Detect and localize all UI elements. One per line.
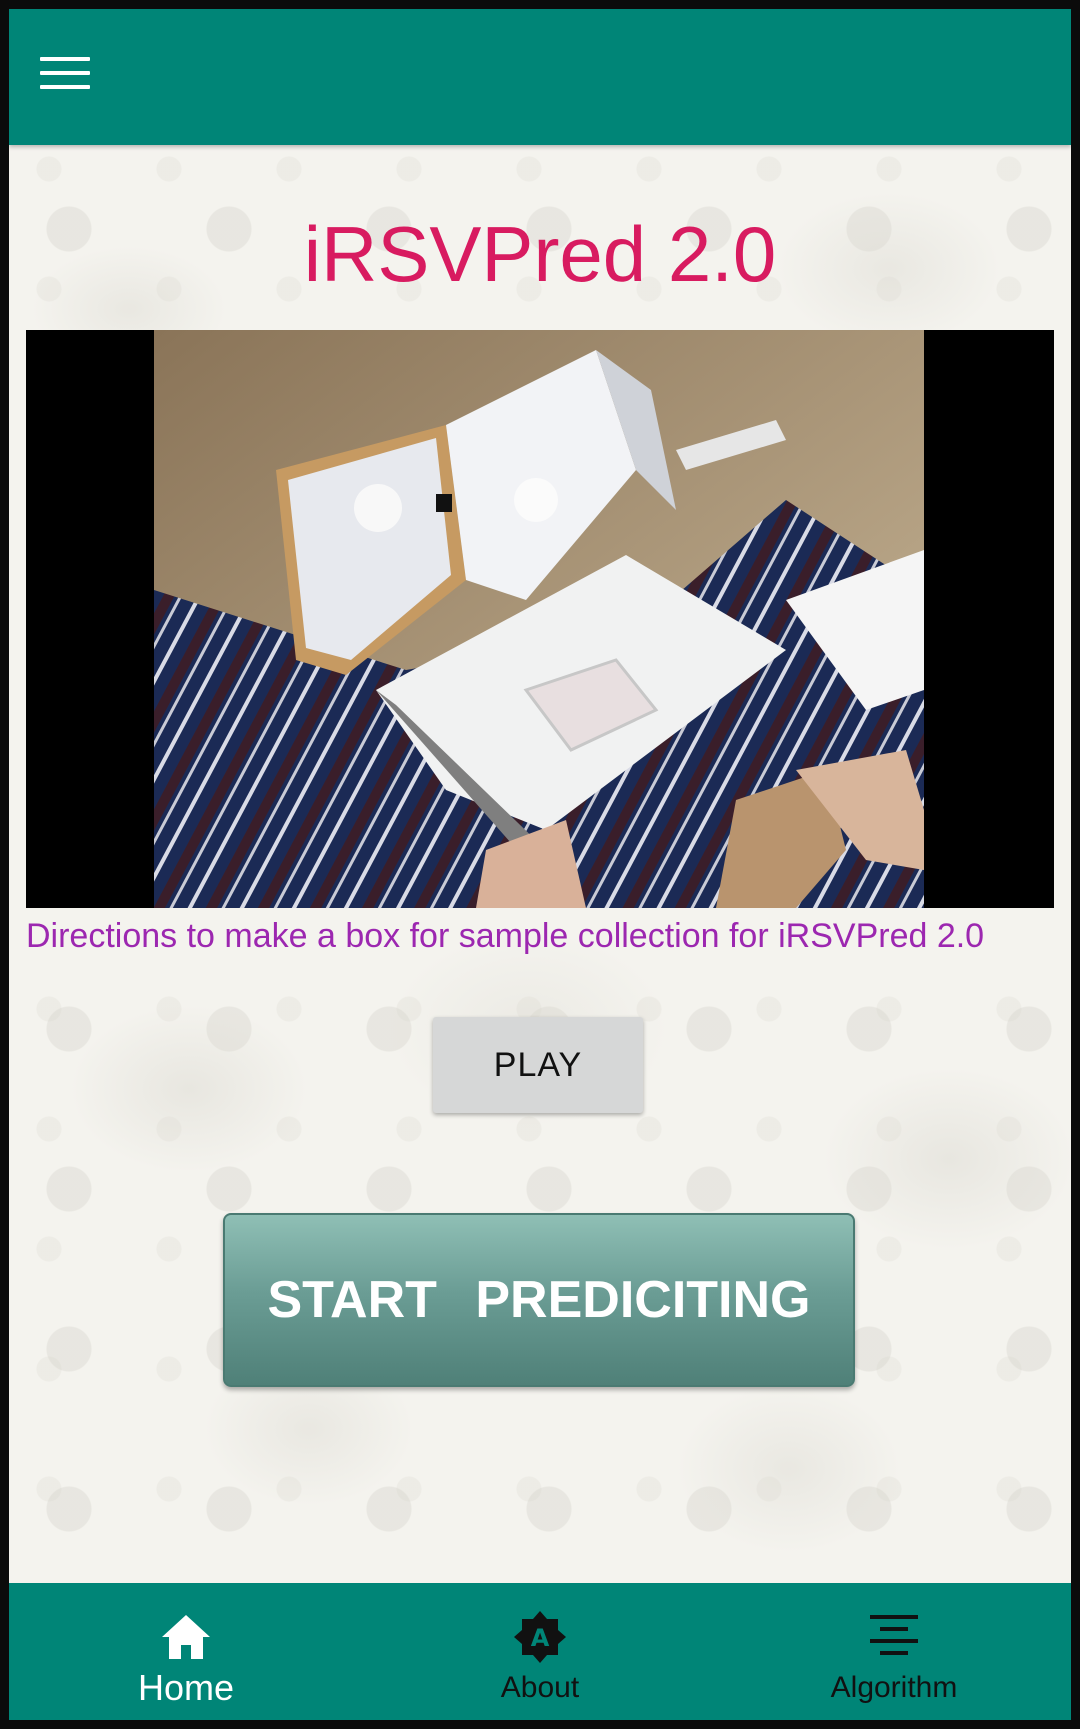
nav-item-home[interactable]: Home [9,1583,363,1720]
nav-label-about: About [500,1671,580,1704]
device-frame: iRSVPred 2.0 Directions to make a box fo… [0,0,1080,1729]
start-predicting-button[interactable]: START PREDICITING [223,1213,855,1387]
about-badge-icon: A [514,1611,566,1663]
hamburger-menu-icon[interactable] [35,45,95,101]
nav-item-about[interactable]: A About [363,1583,717,1720]
app-screen: iRSVPred 2.0 Directions to make a box fo… [9,9,1071,1720]
nav-label-algorithm: Algorithm [830,1671,958,1704]
video-player[interactable] [26,330,1054,908]
video-caption: Directions to make a box for sample coll… [26,917,985,955]
nav-label-home: Home [137,1667,235,1708]
play-button[interactable]: PLAY [433,1017,643,1113]
bottom-navigation: Home A About Algorithm [9,1583,1071,1720]
app-bar [9,9,1071,145]
svg-text:A: A [531,1624,550,1652]
home-icon [162,1615,210,1659]
align-center-icon [870,1615,918,1655]
nav-item-algorithm[interactable]: Algorithm [717,1583,1071,1720]
page-title: iRSVPred 2.0 [303,210,777,298]
video-thumbnail [26,330,1054,908]
